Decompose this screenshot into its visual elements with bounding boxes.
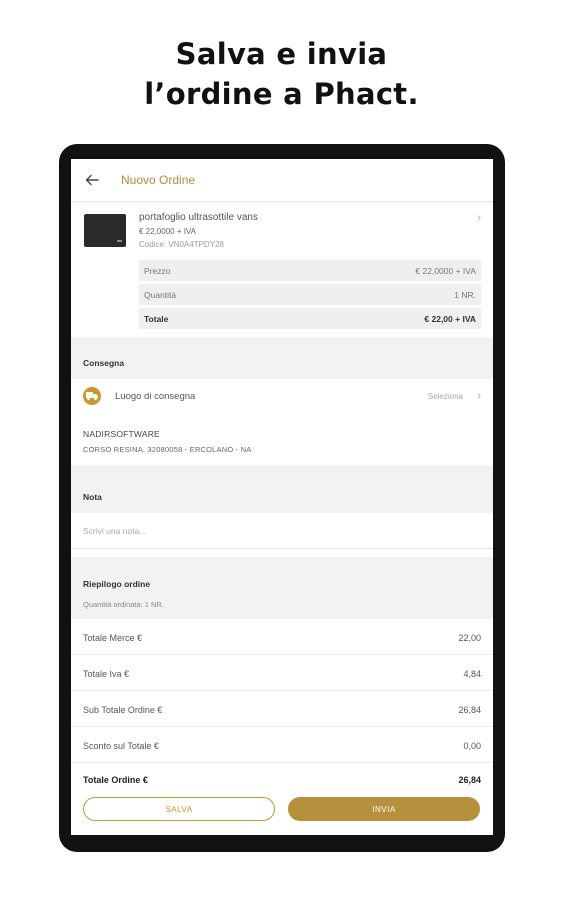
summary-total-label: Totale Ordine € — [83, 775, 148, 785]
summary-row: Totale Merce € 22,00 — [71, 619, 493, 655]
summary-label: Sub Totale Ordine € — [83, 705, 163, 715]
headline-line-1: Salva e invia — [175, 37, 388, 71]
chevron-right-icon[interactable]: › — [477, 212, 481, 224]
summary-label: Totale Merce € — [83, 633, 143, 643]
promo-headline: Salva e invia l’ordine a Phact. — [0, 34, 563, 114]
section-header-nota: Nota — [71, 465, 493, 513]
product-code: Codice: VN0A4TPDY28 — [139, 240, 224, 249]
order-summary: Totale Merce € 22,00 Totale Iva € 4,84 S… — [71, 619, 493, 793]
detail-value: € 22,00 + IVA — [424, 314, 476, 324]
send-button[interactable]: INVIA — [288, 797, 480, 821]
summary-value: 26,84 — [458, 705, 481, 715]
product-thumbnail — [84, 214, 126, 247]
chevron-right-icon[interactable]: › — [477, 390, 481, 402]
truck-icon — [83, 387, 101, 405]
product-card[interactable]: portafoglio ultrasottile vans € 22,0000 … — [71, 203, 493, 335]
summary-value: 0,00 — [463, 741, 481, 751]
arrow-left-icon[interactable] — [83, 171, 101, 189]
section-header-riepilogo: Riepilogo ordine — [71, 557, 493, 619]
note-input[interactable] — [71, 513, 493, 549]
detail-label: Totale — [144, 314, 169, 324]
save-button[interactable]: SALVA — [83, 797, 275, 821]
detail-label: Quantità — [144, 290, 177, 300]
detail-value: 1 NR. — [454, 290, 476, 300]
delivery-location-label: Luogo di consegna — [115, 391, 196, 402]
summary-label: Sconto sul Totale € — [83, 741, 159, 751]
page-title: Nuovo Ordine — [121, 173, 196, 187]
summary-value: 22,00 — [458, 633, 481, 643]
address-street: CORSO RESINA, 32080058 - ERCOLANO - NA — [83, 445, 252, 454]
summary-total-value: 26,84 — [458, 775, 481, 785]
product-details-table: Prezzo € 22,0000 + IVA Quantità 1 NR. To… — [139, 260, 481, 332]
summary-row: Totale Iva € 4,84 — [71, 655, 493, 691]
tablet-frame: Nuovo Ordine portafoglio ultrasottile va… — [59, 144, 505, 852]
product-price: € 22,0000 + IVA — [139, 227, 197, 236]
ordered-quantity-text: Quantità ordinata: 1 NR. — [83, 600, 164, 609]
detail-row-quantita: Quantità 1 NR. — [139, 284, 481, 305]
headline-line-2: l’ordine a Phact. — [144, 77, 419, 111]
detail-row-totale: Totale € 22,00 + IVA — [139, 308, 481, 329]
delivery-location-row[interactable]: Luogo di consegna Seleziona › — [71, 379, 493, 415]
address-name: NADIRSOFTWARE — [83, 429, 160, 439]
detail-label: Prezzo — [144, 266, 171, 276]
app-bar: Nuovo Ordine — [71, 159, 493, 202]
delivery-select-text[interactable]: Seleziona — [428, 392, 463, 401]
summary-label: Totale Iva € — [83, 669, 130, 679]
summary-row: Sub Totale Ordine € 26,84 — [71, 691, 493, 727]
detail-value: € 22,0000 + IVA — [415, 266, 476, 276]
summary-row: Sconto sul Totale € 0,00 — [71, 727, 493, 763]
summary-value: 4,84 — [463, 669, 481, 679]
detail-row-prezzo: Prezzo € 22,0000 + IVA — [139, 260, 481, 281]
product-name: portafoglio ultrasottile vans — [139, 212, 258, 223]
app-screen: Nuovo Ordine portafoglio ultrasottile va… — [71, 159, 493, 835]
section-header-consegna: Consegna — [71, 337, 493, 379]
summary-total-row: Totale Ordine € 26,84 — [71, 763, 493, 793]
